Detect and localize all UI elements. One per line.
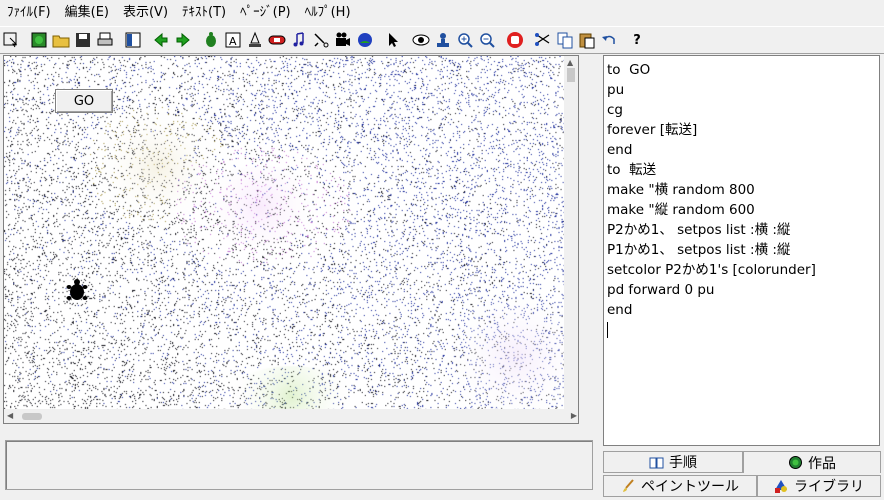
code-line: end (607, 142, 633, 158)
scroll-left-icon[interactable]: ◀ (7, 409, 13, 423)
code-line: to GO (607, 62, 651, 78)
message-area[interactable] (5, 440, 593, 490)
page-list-icon[interactable] (122, 29, 144, 51)
movie-camera-icon[interactable] (332, 29, 354, 51)
eye-icon[interactable] (410, 29, 432, 51)
tab-works[interactable]: 作品 (743, 451, 881, 473)
print-icon[interactable] (94, 29, 116, 51)
paste-icon[interactable] (576, 29, 598, 51)
text-box-icon[interactable]: A (222, 29, 244, 51)
code-line: P1かめ1、 setpos list :横 :縦 (607, 242, 791, 258)
go-button[interactable]: GO (55, 89, 113, 113)
arrow-cursor-icon[interactable] (382, 29, 404, 51)
turtle-canvas[interactable]: GO ▲ ◀ ▶ (3, 55, 579, 424)
menu-file[interactable]: ﾌｧｲﾙ(F) (0, 0, 58, 25)
code-line: P2かめ1、 setpos list :横 :縦 (607, 222, 791, 238)
new-page-icon[interactable] (28, 29, 50, 51)
paintbrush-icon (623, 478, 634, 492)
scissors-tool-icon[interactable] (310, 29, 332, 51)
menu-edit[interactable]: 編集(E) (58, 0, 116, 25)
next-page-icon[interactable] (172, 29, 194, 51)
library-shapes-icon (775, 479, 787, 493)
tab-paint-tool[interactable]: ペイントツール (603, 475, 757, 497)
globe-icon[interactable] (354, 29, 376, 51)
pointer-select-icon[interactable] (0, 29, 22, 51)
canvas-horizontal-scrollbar[interactable]: ◀ ▶ (4, 409, 578, 423)
code-line: pd forward 0 pu (607, 282, 715, 298)
help-icon[interactable]: ? (626, 29, 648, 51)
code-line: make "横 random 800 (607, 182, 755, 198)
music-note-icon[interactable] (288, 29, 310, 51)
tab-paint-tool-label: ペイントツール (641, 479, 739, 495)
code-line: cg (607, 102, 623, 118)
scroll-right-icon[interactable]: ▶ (571, 409, 577, 423)
zoom-out-icon[interactable] (476, 29, 498, 51)
stop-hand-icon[interactable] (504, 29, 526, 51)
svg-text:A: A (229, 35, 237, 48)
tab-steps[interactable]: 手順 (603, 451, 743, 473)
copy-icon[interactable] (554, 29, 576, 51)
save-icon[interactable] (72, 29, 94, 51)
menu-bar: ﾌｧｲﾙ(F) 編集(E) 表示(V) ﾃｷｽﾄ(T) ﾍﾟｰｼﾞ(P) ﾍﾙﾌ… (0, 0, 884, 25)
code-line: make "縦 random 600 (607, 202, 755, 218)
previous-page-icon[interactable] (150, 29, 172, 51)
tab-works-label: 作品 (808, 455, 836, 472)
vertical-scroll-thumb[interactable] (567, 68, 575, 82)
horizontal-scroll-thumb[interactable] (22, 413, 42, 420)
procedure-editor[interactable]: to GO pu cg forever [転送] end to 転送 make … (603, 55, 880, 446)
code-line: pu (607, 82, 625, 98)
tab-library[interactable]: ライブラリ (757, 475, 881, 497)
menu-page[interactable]: ﾍﾟｰｼﾞ(P) (233, 0, 297, 25)
zoom-in-icon[interactable] (454, 29, 476, 51)
turtle-icon[interactable] (64, 278, 90, 304)
menu-help[interactable]: ﾍﾙﾌﾟ(H) (298, 0, 358, 25)
code-line: end (607, 302, 633, 318)
canvas-vertical-scrollbar[interactable]: ▲ (564, 56, 578, 411)
stamp-icon[interactable] (432, 29, 454, 51)
code-line: to 転送 (607, 162, 657, 178)
book-icon (649, 457, 664, 468)
code-line: forever [転送] (607, 122, 698, 138)
open-folder-icon[interactable] (50, 29, 72, 51)
toolbar: A ? (0, 26, 884, 54)
cut-icon[interactable] (532, 29, 554, 51)
undo-icon[interactable] (598, 29, 620, 51)
turtle-icon[interactable] (200, 29, 222, 51)
menu-view[interactable]: 表示(V) (116, 0, 175, 25)
tab-library-label: ライブラリ (794, 479, 864, 495)
button-tool-icon[interactable] (266, 29, 288, 51)
menu-text[interactable]: ﾃｷｽﾄ(T) (175, 0, 233, 25)
tab-steps-label: 手順 (669, 455, 697, 471)
code-line: setcolor P2かめ1's [colorunder] (607, 262, 816, 278)
works-globe-icon (789, 456, 802, 469)
text-caret (607, 320, 879, 340)
slider-icon[interactable] (244, 29, 266, 51)
